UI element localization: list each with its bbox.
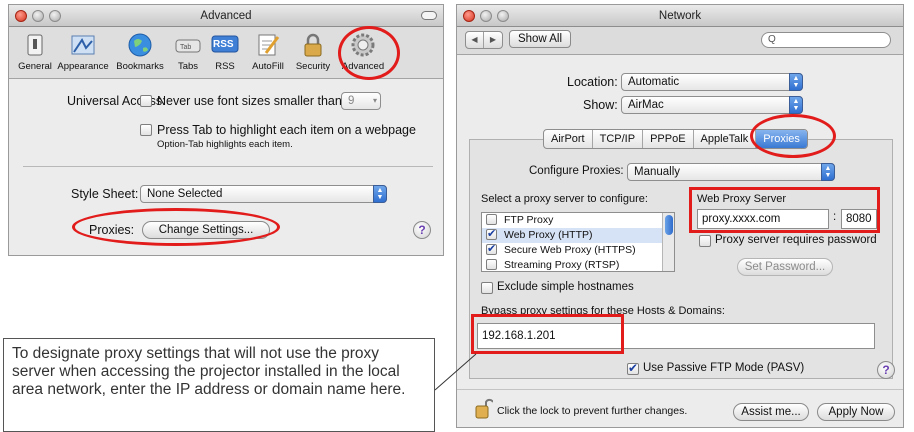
autofill-icon — [258, 34, 280, 56]
requires-password-checkbox[interactable] — [699, 235, 711, 247]
show-all-button[interactable]: Show All — [509, 30, 571, 48]
select-proxy-label: Select a proxy server to configure: — [481, 193, 648, 205]
forward-arrow-icon[interactable]: ▶ — [484, 32, 502, 48]
font-size-popup[interactable]: 9 ▾ — [341, 92, 381, 110]
toolbar-bookmarks[interactable]: Bookmarks — [113, 31, 167, 72]
option-tab-note: Option-Tab highlights each item. — [157, 139, 293, 150]
list-item-web-http[interactable]: Web Proxy (HTTP) — [482, 227, 674, 243]
never-font-size-checkbox[interactable] — [140, 95, 152, 107]
search-field[interactable]: Q — [761, 32, 891, 48]
proxies-tab-highlight-annotation — [750, 114, 836, 158]
list-item-ftp[interactable]: FTP Proxy — [482, 213, 674, 228]
back-forward-buttons[interactable]: ◀ ▶ — [465, 31, 503, 49]
style-sheet-popup[interactable]: None Selected ▲ ▼ — [140, 185, 387, 203]
minimize-button[interactable] — [480, 10, 492, 22]
assist-me-button[interactable]: Assist me... — [733, 403, 809, 421]
secure-web-proxy-checkbox[interactable] — [486, 242, 497, 257]
toolbar-security[interactable]: Security — [291, 31, 335, 72]
tab-airport[interactable]: AirPort — [544, 130, 593, 148]
close-button[interactable] — [15, 10, 27, 22]
list-scrollbar[interactable] — [662, 213, 674, 271]
popup-arrows-icon: ▲ ▼ — [821, 163, 835, 181]
tab-pppoe[interactable]: PPPoE — [643, 130, 694, 148]
popup-arrows-icon: ▲ ▼ — [373, 185, 387, 203]
appearance-icon — [71, 35, 95, 55]
tab-appletalk[interactable]: AppleTalk — [694, 130, 757, 148]
toolbar-rss[interactable]: RSS RSS — [207, 31, 243, 72]
window-controls — [463, 10, 509, 22]
ftp-proxy-checkbox[interactable] — [486, 214, 497, 225]
callout-box: To designate proxy settings that will no… — [3, 338, 435, 432]
divider — [457, 389, 903, 390]
lock-icon[interactable] — [475, 397, 493, 419]
bypass-highlight-annotation — [471, 314, 624, 354]
toolbar-autofill[interactable]: AutoFill — [247, 31, 289, 72]
toolbar-appearance[interactable]: Appearance — [55, 31, 111, 72]
close-button[interactable] — [463, 10, 475, 22]
style-sheet-label: Style Sheet: — [71, 187, 139, 201]
divider — [23, 166, 433, 167]
passive-ftp-label: Use Passive FTP Mode (PASV) — [643, 362, 805, 374]
back-arrow-icon[interactable]: ◀ — [466, 32, 484, 48]
press-tab-checkbox[interactable] — [140, 124, 152, 136]
help-button[interactable]: ? — [413, 221, 431, 239]
exclude-simple-label: Exclude simple hostnames — [497, 281, 634, 293]
zoom-button[interactable] — [49, 10, 61, 22]
set-password-button[interactable]: Set Password... — [737, 258, 833, 276]
minimize-button[interactable] — [32, 10, 44, 22]
zoom-button[interactable] — [497, 10, 509, 22]
callout-leader-line — [434, 353, 477, 391]
window-title: Network — [658, 10, 702, 22]
exclude-simple-checkbox[interactable] — [481, 282, 493, 294]
toolbar-tabs[interactable]: Tab Tabs — [171, 31, 205, 72]
proxy-list: FTP Proxy Web Proxy (HTTP) Secure Web Pr… — [481, 212, 675, 272]
location-label: Location: — [567, 75, 618, 89]
window-controls — [15, 10, 61, 22]
window-title: Advanced — [200, 10, 252, 22]
configure-proxies-popup[interactable]: Manually ▲ ▼ — [627, 163, 835, 181]
web-proxy-checkbox[interactable] — [486, 227, 497, 242]
show-label: Show: — [583, 98, 618, 112]
press-tab-label: Press Tab to highlight each item on a we… — [157, 123, 416, 137]
requires-password-label: Proxy server requires password — [715, 234, 877, 246]
help-button[interactable]: ? — [877, 361, 895, 379]
streaming-proxy-checkbox[interactable] — [486, 259, 497, 270]
location-popup[interactable]: Automatic ▲ ▼ — [621, 73, 803, 91]
scroll-thumb[interactable] — [665, 215, 673, 235]
titlebar: Network — [457, 5, 903, 27]
popup-arrows-icon: ▲ ▼ — [789, 96, 803, 114]
web-proxy-server-highlight-annotation — [689, 187, 880, 233]
show-popup[interactable]: AirMac ▲ ▼ — [621, 96, 803, 114]
toolbar-toggle-button[interactable] — [421, 11, 437, 20]
list-item-secure-web-https[interactable]: Secure Web Proxy (HTTPS) — [482, 242, 674, 258]
advanced-highlight-annotation — [338, 26, 400, 80]
list-item-streaming-rtsp[interactable]: Streaming Proxy (RTSP) — [482, 258, 674, 271]
bookmarks-globe-icon — [128, 33, 152, 57]
popup-arrows-icon: ▲ ▼ — [789, 73, 803, 91]
proxies-highlight-annotation — [72, 208, 280, 246]
search-icon: Q — [768, 34, 776, 45]
general-switch-icon — [27, 34, 43, 56]
passive-ftp-checkbox[interactable] — [627, 361, 639, 375]
toolbar-general[interactable]: General — [13, 31, 57, 72]
titlebar: Advanced — [9, 5, 443, 27]
callout-text: To designate proxy settings that will no… — [12, 345, 406, 398]
apply-now-button[interactable]: Apply Now — [817, 403, 895, 421]
security-lock-icon — [304, 33, 322, 57]
chevron-down-icon: ▾ — [372, 96, 377, 105]
never-font-size-label: Never use font sizes smaller than — [157, 94, 342, 108]
configure-proxies-label: Configure Proxies: — [529, 165, 624, 177]
tab-tcpip[interactable]: TCP/IP — [593, 130, 644, 148]
lock-text: Click the lock to prevent further change… — [497, 405, 688, 417]
